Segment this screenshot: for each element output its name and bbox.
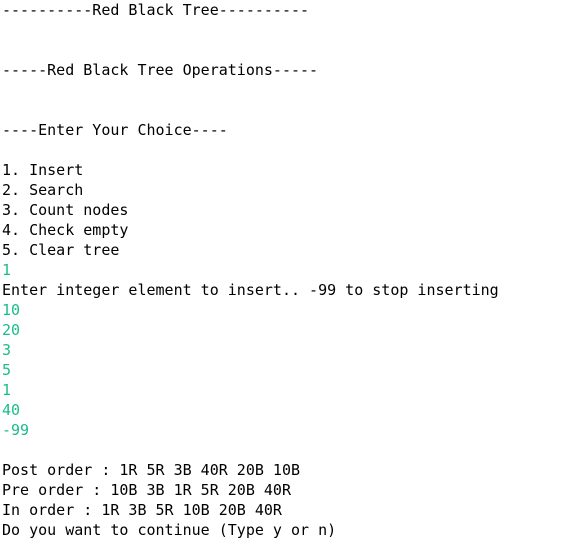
inserted-value: 40: [2, 401, 21, 419]
operations-header: -----Red Black Tree Operations-----: [2, 61, 319, 79]
inserted-value: 1: [2, 381, 12, 399]
choice-prompt: ----Enter Your Choice----: [2, 121, 228, 139]
choice-input-value: 1: [2, 261, 12, 279]
inserted-value: 3: [2, 341, 12, 359]
stop-value: -99: [2, 421, 30, 439]
inserted-value: 20: [2, 321, 21, 339]
pre-order-output: Pre order : 10B 3B 1R 5R 20B 40R: [2, 481, 291, 499]
menu-item-insert: 1. Insert: [2, 161, 84, 179]
menu-item-count-nodes: 3. Count nodes: [2, 201, 129, 219]
console-title: ----------Red Black Tree----------: [2, 1, 310, 19]
menu-item-clear-tree: 5. Clear tree: [2, 241, 120, 259]
menu-item-check-empty: 4. Check empty: [2, 221, 129, 239]
inserted-value: 10: [2, 301, 21, 319]
continue-prompt: Do you want to continue (Type y or n): [2, 521, 337, 539]
menu-item-search: 2. Search: [2, 181, 84, 199]
console-output[interactable]: ----------Red Black Tree---------- -----…: [2, 0, 582, 552]
insert-prompt: Enter integer element to insert.. -99 to…: [2, 281, 499, 299]
inserted-value: 5: [2, 361, 12, 379]
post-order-output: Post order : 1R 5R 3B 40R 20B 10B: [2, 461, 301, 479]
in-order-output: In order : 1R 3B 5R 10B 20B 40R: [2, 501, 282, 519]
